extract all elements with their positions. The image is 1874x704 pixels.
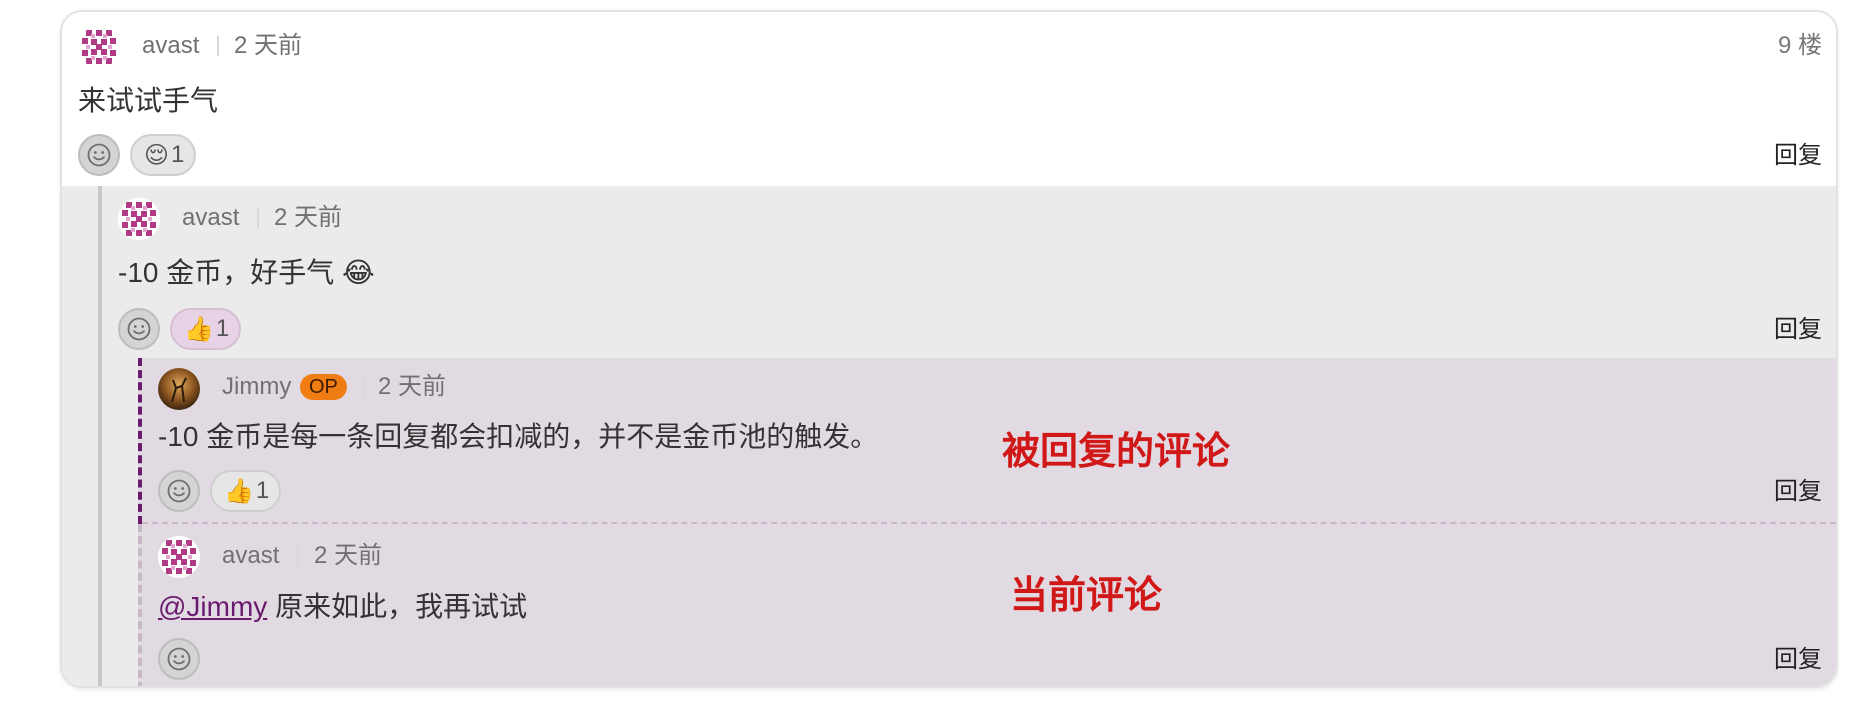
add-reaction-button[interactable] xyxy=(78,134,120,176)
meta-separator xyxy=(217,36,219,56)
reply-button[interactable]: 回复 xyxy=(1774,142,1822,170)
comment-text: -10 金币，好手气 😂 xyxy=(118,257,375,288)
comment-text-body: 原来如此，我再试试 xyxy=(267,591,528,622)
avatar[interactable] xyxy=(158,368,200,410)
comment-text: -10 金币是每一条回复都会扣减的，并不是金币池的触发。 xyxy=(158,421,879,452)
reaction-emoji: 👍 xyxy=(224,477,254,505)
comment-thread-card: avast 2 天前 9 楼 来试试手气 😌 1 回复 avast 2 天前 -… xyxy=(60,10,1838,688)
comment-text: @Jimmy 原来如此，我再试试 xyxy=(158,590,527,624)
reaction-emoji: 👍 xyxy=(184,315,214,343)
annotation-replied-comment: 被回复的评论 xyxy=(1002,431,1231,473)
floor-number[interactable]: 9 楼 xyxy=(1778,32,1822,60)
nested-replies-level-1: avast 2 天前 -10 金币，好手气 😂 👍 1 回复 Jimmy OP … xyxy=(62,186,1836,686)
avatar[interactable] xyxy=(118,198,160,240)
comment-author[interactable]: avast xyxy=(142,32,199,60)
add-reaction-button[interactable] xyxy=(118,308,160,350)
add-reaction-button[interactable] xyxy=(158,638,200,680)
smiley-icon xyxy=(86,142,112,168)
mention-link[interactable]: @Jimmy xyxy=(158,591,267,622)
op-badge: OP xyxy=(300,374,347,400)
avatar-identicon xyxy=(118,198,160,240)
avatar-identicon xyxy=(78,26,120,68)
comment-time: 2 天前 xyxy=(274,204,343,231)
meta-separator xyxy=(297,546,299,566)
reply-button[interactable]: 回复 xyxy=(1774,478,1822,506)
smiley-icon xyxy=(126,316,152,342)
comment-text: 来试试手气 xyxy=(78,85,219,116)
reaction-chip[interactable]: 👍 1 xyxy=(210,470,282,512)
avatar-identicon xyxy=(158,536,200,578)
reply-button[interactable]: 回复 xyxy=(1774,316,1822,344)
comment-time: 2 天前 xyxy=(234,32,303,59)
jimmy-avatar xyxy=(158,368,200,410)
meta-separator xyxy=(363,377,365,397)
reaction-chip[interactable]: 👍 1 xyxy=(170,308,242,350)
reaction-emoji: 😌 xyxy=(144,141,170,169)
comment-author[interactable]: Jimmy xyxy=(222,373,291,401)
comment-time: 2 天前 xyxy=(314,542,383,569)
avatar[interactable] xyxy=(158,536,200,578)
comment-time: 2 天前 xyxy=(378,373,447,400)
reaction-count: 1 xyxy=(255,477,270,504)
smiley-icon xyxy=(166,646,192,672)
comment-author[interactable]: avast xyxy=(222,542,279,570)
reaction-count: 1 xyxy=(215,315,230,342)
reaction-count: 1 xyxy=(171,141,185,168)
thread-line xyxy=(138,524,142,686)
replied-comment-highlight-line xyxy=(138,358,142,524)
reply-button[interactable]: 回复 xyxy=(1774,646,1822,674)
meta-separator xyxy=(257,208,259,228)
smiley-icon xyxy=(166,478,192,504)
avatar[interactable] xyxy=(78,26,120,68)
comment-author[interactable]: avast xyxy=(182,204,239,232)
reaction-chip[interactable]: 😌 1 xyxy=(130,134,197,176)
add-reaction-button[interactable] xyxy=(158,470,200,512)
nested-replies-level-2: Jimmy OP 2 天前 -10 金币是每一条回复都会扣减的，并不是金币池的触… xyxy=(138,358,1836,686)
comment-divider xyxy=(142,522,1836,524)
annotation-current-comment: 当前评论 xyxy=(1010,575,1163,617)
thread-line xyxy=(98,186,102,686)
